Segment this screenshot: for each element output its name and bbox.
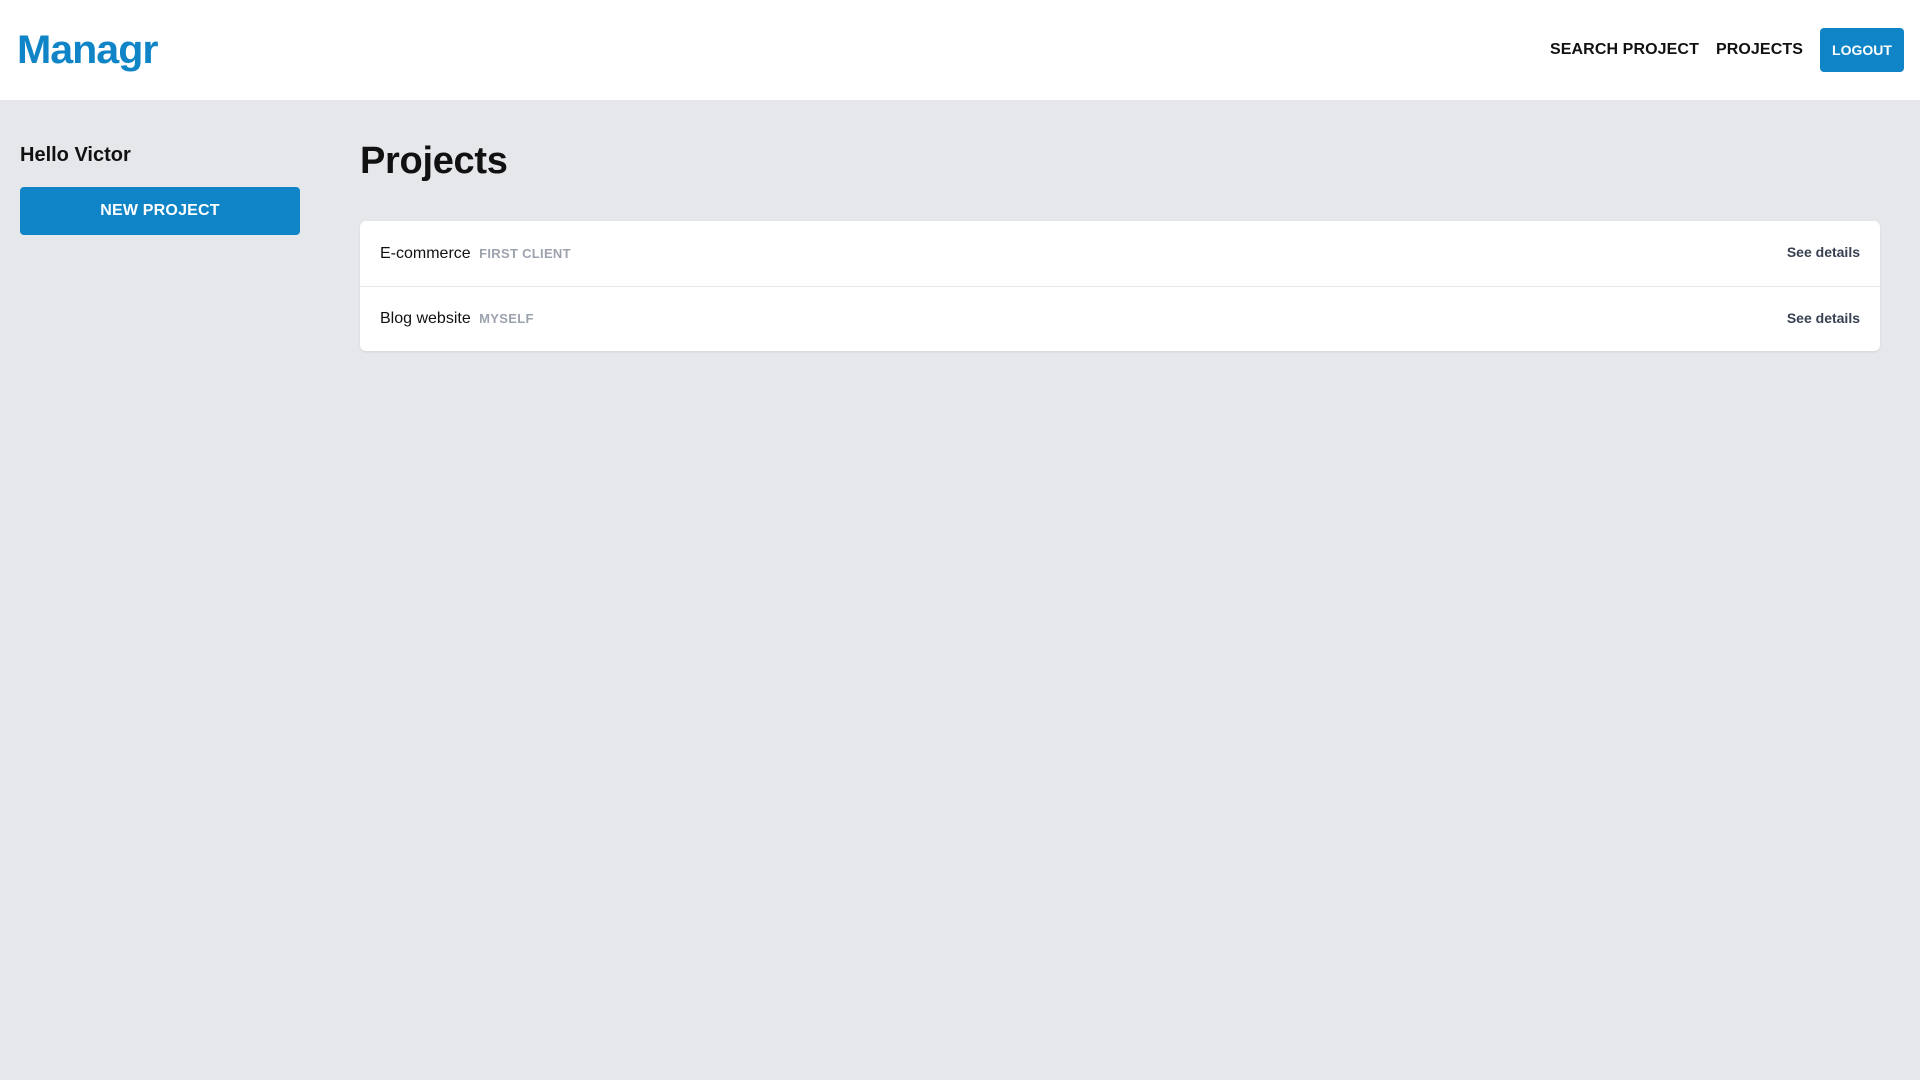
main-nav: SEARCH PROJECT PROJECTS LOGOUT — [1550, 28, 1904, 72]
project-client: FIRST CLIENT — [479, 245, 571, 261]
app-logo[interactable]: Managr — [17, 28, 158, 73]
project-info: Blog website MYSELF — [380, 310, 534, 328]
project-row: Blog website MYSELF See details — [360, 286, 1880, 351]
nav-link-projects[interactable]: PROJECTS — [1716, 41, 1803, 59]
project-row: E-commerce FIRST CLIENT See details — [360, 221, 1880, 286]
project-name: Blog website — [380, 310, 471, 327]
nav-link-search-project[interactable]: SEARCH PROJECT — [1550, 41, 1699, 59]
see-details-link[interactable]: See details — [1787, 244, 1860, 260]
see-details-link[interactable]: See details — [1787, 310, 1860, 326]
logout-button[interactable]: LOGOUT — [1820, 28, 1904, 72]
main-content: Projects E-commerce FIRST CLIENT See det… — [360, 136, 1880, 351]
project-name: E-commerce — [380, 244, 471, 262]
user-greeting: Hello Victor — [20, 144, 131, 166]
page-title: Projects — [360, 140, 508, 182]
new-project-button[interactable]: NEW PROJECT — [20, 187, 300, 235]
project-list: E-commerce FIRST CLIENT See details Blog… — [360, 221, 1880, 351]
project-client: MYSELF — [479, 311, 534, 326]
project-info: E-commerce FIRST CLIENT — [380, 245, 571, 263]
sidebar: Hello Victor NEW PROJECT — [20, 143, 300, 235]
top-navbar: Managr SEARCH PROJECT PROJECTS LOGOUT — [0, 0, 1920, 100]
